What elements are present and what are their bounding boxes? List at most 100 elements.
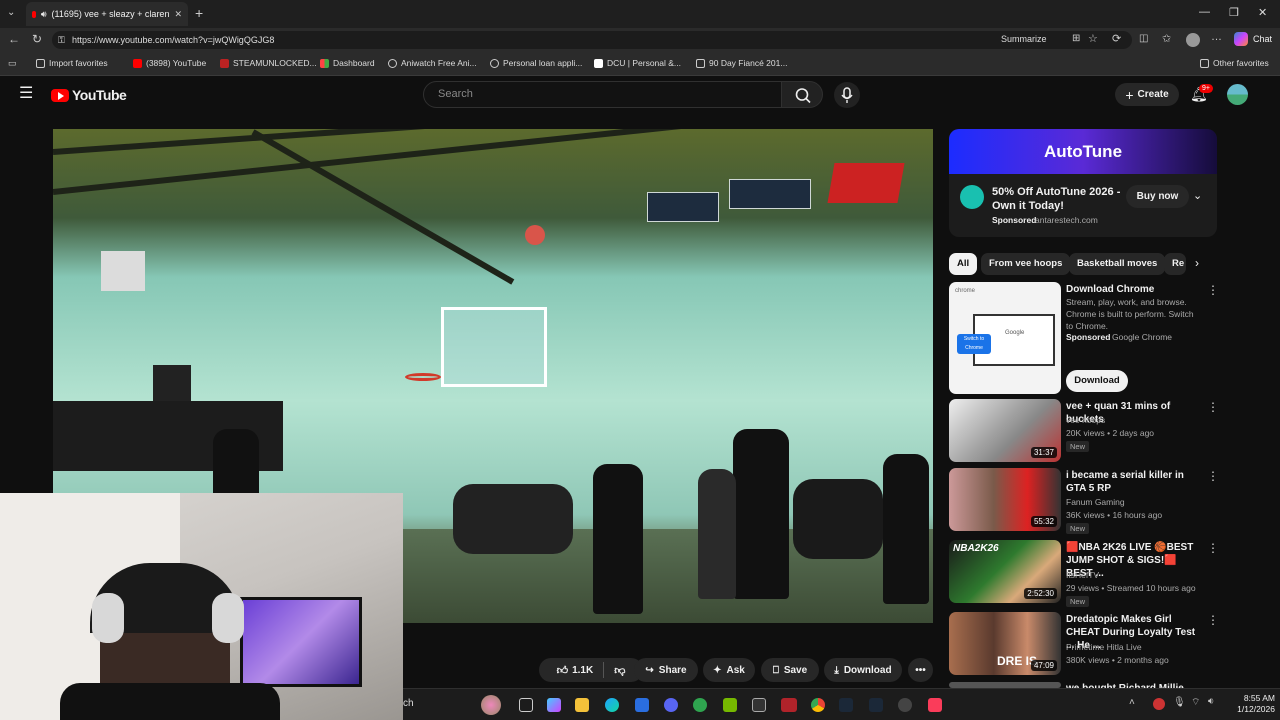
bookmark-import[interactable]: Import favorites: [36, 58, 108, 68]
copilot-taskbar-icon[interactable]: [547, 698, 561, 712]
tab-list-icon[interactable]: ⌄: [7, 7, 15, 18]
video-editor-icon[interactable]: [781, 698, 797, 712]
bookmark-personal-loan[interactable]: Personal loan appli...: [490, 58, 582, 68]
favorite-star-icon[interactable]: ☆: [1088, 32, 1098, 45]
close-tab-icon[interactable]: ✕: [174, 9, 182, 20]
buy-now-button[interactable]: Buy now: [1126, 185, 1189, 208]
edge-icon[interactable]: [605, 698, 619, 712]
video-thumbnail[interactable]: 31:37: [949, 399, 1061, 462]
steam-alt-icon[interactable]: [869, 698, 883, 712]
task-view-icon[interactable]: [519, 698, 533, 712]
bookmark-90-day-fiance[interactable]: 90 Day Fiancé 201...: [696, 58, 787, 68]
favorites-icon[interactable]: ✩: [1162, 32, 1171, 45]
tray-volume-icon[interactable]: 🔉︎: [1208, 696, 1214, 707]
spectators: [793, 479, 883, 559]
dislike-button[interactable]: 👎︎: [614, 664, 625, 677]
chips-next-arrow-icon[interactable]: ›: [1195, 256, 1199, 270]
reading-view-icon[interactable]: ⊞: [1072, 33, 1080, 44]
speaker-icon[interactable]: 🔊︎: [41, 9, 47, 20]
taskbar-clock[interactable]: 8:55 AM 1/12/2026: [1227, 693, 1275, 715]
more-vert-icon[interactable]: ⋮: [1207, 400, 1219, 414]
sidebar-toggle-icon[interactable]: ▭: [8, 58, 17, 69]
tray-app-icon[interactable]: [1153, 698, 1165, 710]
video-channel[interactable]: ItsHefTV: [1066, 569, 1099, 581]
new-tab-icon[interactable]: +: [195, 5, 203, 21]
video-channel[interactable]: Fanum Gaming: [1066, 496, 1125, 508]
music-icon[interactable]: [928, 698, 942, 712]
split-screen-icon[interactable]: ◫: [1139, 33, 1148, 44]
url-field[interactable]: ⚿ https://www.youtube.com/watch?v=jwQWig…: [52, 31, 1132, 49]
xbox-icon[interactable]: [693, 698, 707, 712]
bookmark-youtube[interactable]: (3898) YouTube: [133, 58, 206, 68]
browser-tab[interactable]: 🔊︎ (11695) vee + sleazy + claren ✕: [26, 2, 188, 26]
url-text: https://www.youtube.com/watch?v=jwQWigQG…: [72, 35, 275, 45]
site-info-icon[interactable]: ⚿: [58, 31, 65, 49]
video-channel[interactable]: Primetime Hitla Live: [1066, 641, 1142, 653]
account-avatar[interactable]: [1227, 84, 1248, 105]
minimize-icon[interactable]: —: [1199, 6, 1210, 18]
taskbar-search-text[interactable]: ch: [403, 698, 414, 709]
autotune-ad[interactable]: AutoTune 50% Off AutoTune 2026 - Own it …: [949, 129, 1217, 237]
search-highlight-icon[interactable]: [481, 695, 501, 715]
voice-search-button[interactable]: [834, 82, 860, 108]
chevron-down-icon[interactable]: ⌄: [1193, 189, 1202, 202]
file-explorer-icon[interactable]: [575, 698, 589, 712]
video-thumbnail[interactable]: DRE IS 47:09: [949, 612, 1061, 675]
tray-overflow-icon[interactable]: ˄: [1129, 697, 1135, 708]
chrome-icon[interactable]: [811, 698, 825, 712]
close-window-icon[interactable]: ✕: [1258, 6, 1267, 19]
more-vert-icon[interactable]: ⋮: [1207, 541, 1219, 555]
chrome-ad-title[interactable]: Download Chrome: [1066, 283, 1200, 296]
copilot-icon[interactable]: [1234, 32, 1248, 46]
bookmark-aniwatch[interactable]: Aniwatch Free Ani...: [388, 58, 477, 68]
profile-avatar[interactable]: [1186, 33, 1200, 47]
back-icon[interactable]: ←: [8, 32, 20, 46]
ask-button[interactable]: ✦ Ask: [703, 658, 755, 682]
tray-mic-icon[interactable]: 🎙︎: [1173, 697, 1186, 708]
search-button[interactable]: [781, 81, 823, 108]
save-label: Save: [783, 664, 808, 676]
refresh-icon[interactable]: ↻: [32, 32, 42, 46]
youtube-logo[interactable]: YouTube: [51, 87, 127, 103]
video-thumbnail[interactable]: NBA2K26 2:52:30: [949, 540, 1061, 603]
chrome-download-button[interactable]: Download: [1066, 370, 1128, 392]
search-input[interactable]: Search: [423, 81, 782, 108]
chrome-ad-thumbnail[interactable]: chrome Google Switch to Chrome: [949, 282, 1061, 394]
bookmark-other-favorites[interactable]: Other favorites: [1200, 58, 1269, 68]
save-button[interactable]: ⎕ Save: [761, 658, 819, 682]
bookmark-dcu[interactable]: DCU | Personal &...: [594, 58, 681, 68]
create-button[interactable]: + Create: [1115, 83, 1179, 106]
extensions-icon[interactable]: ⟳: [1112, 32, 1121, 45]
gmail-icon[interactable]: [752, 698, 766, 712]
like-button[interactable]: 👍︎ 1.1K: [557, 664, 594, 677]
more-actions-button[interactable]: •••: [908, 658, 933, 682]
hamburger-menu-icon[interactable]: ☰: [19, 86, 33, 102]
summarize-button[interactable]: Summarize: [1001, 34, 1047, 44]
more-vert-icon[interactable]: ⋮: [1207, 469, 1219, 483]
video-title[interactable]: i became a serial killer in GTA 5 RP: [1066, 469, 1200, 495]
chip-from-vee-hoops[interactable]: From vee hoops: [981, 253, 1071, 275]
bookmark-dashboard[interactable]: Dashboard: [320, 58, 375, 68]
store-icon[interactable]: [635, 698, 649, 712]
chat-button[interactable]: Chat: [1253, 34, 1272, 44]
ask-label: Ask: [726, 664, 745, 676]
obs-icon[interactable]: [898, 698, 912, 712]
ad-title[interactable]: 50% Off AutoTune 2026 - Own it Today!: [992, 185, 1122, 213]
bookmark-steamunlocked[interactable]: STEAMUNLOCKED...: [220, 58, 317, 68]
video-thumbnail[interactable]: 55:32: [949, 468, 1061, 531]
more-vert-icon[interactable]: ⋮: [1207, 613, 1219, 627]
discord-icon[interactable]: [664, 698, 678, 712]
video-channel[interactable]: vee hoops: [1066, 414, 1105, 426]
nba2k26-thumb-text: NBA2K26: [953, 543, 999, 554]
download-button[interactable]: ⤓ Download: [824, 658, 902, 682]
more-vert-icon[interactable]: ⋮: [1207, 283, 1219, 297]
share-button[interactable]: ↪ Share: [634, 658, 698, 682]
restore-icon[interactable]: ❐: [1229, 6, 1239, 19]
chip-all[interactable]: All: [949, 253, 978, 275]
more-menu-icon[interactable]: …: [1211, 31, 1222, 43]
steam-icon[interactable]: [839, 698, 853, 712]
tray-wifi-icon[interactable]: ⌔: [1191, 696, 1200, 709]
chip-basketball-moves[interactable]: Basketball moves: [1069, 253, 1166, 275]
chip-next[interactable]: Re: [1164, 253, 1186, 275]
nvidia-icon[interactable]: [723, 698, 737, 712]
